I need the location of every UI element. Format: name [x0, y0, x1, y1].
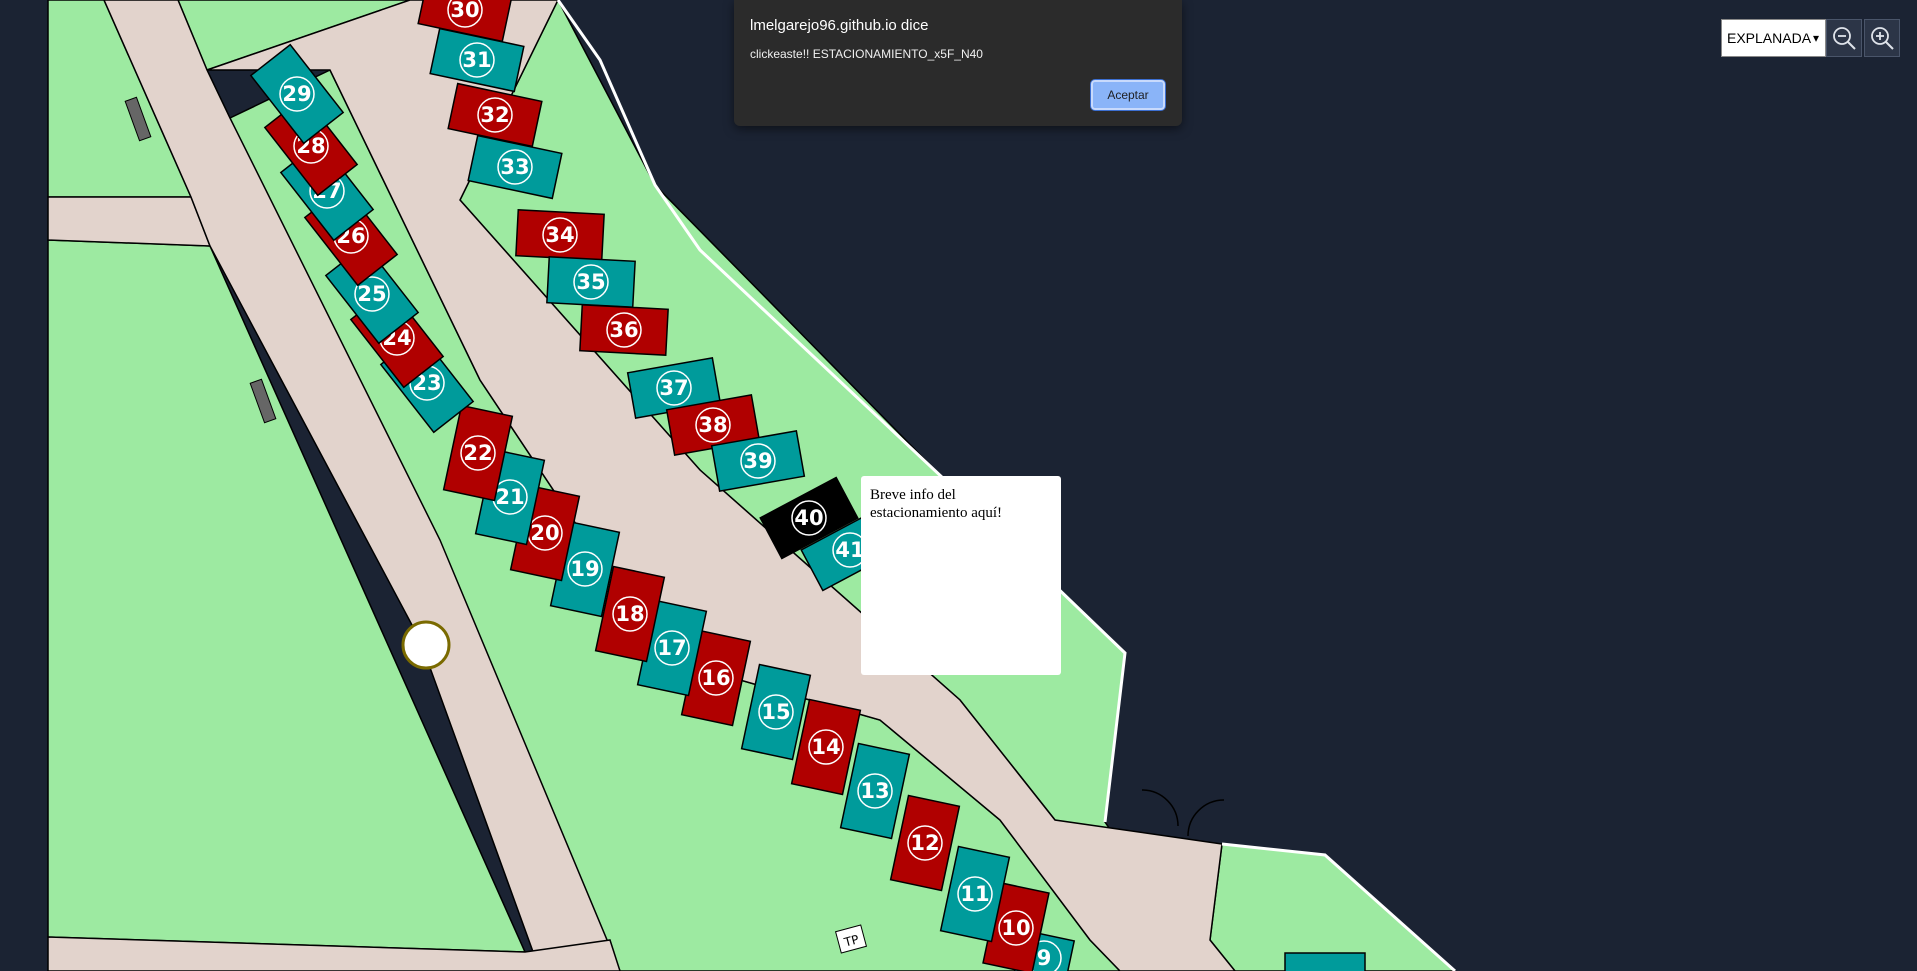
stall-number: 36 [609, 318, 638, 342]
zoom-out-button[interactable] [1826, 19, 1862, 57]
stall-number: 31 [462, 48, 491, 72]
stall-number: 11 [960, 882, 989, 906]
parking-stall-34[interactable]: 34 [515, 208, 605, 262]
dialog-message: clickeaste!! ESTACIONAMIENTO_x5F_N40 [750, 47, 983, 61]
parking-stall[interactable] [1284, 952, 1366, 971]
stall-number: 20 [530, 521, 559, 545]
stall-number: 10 [1001, 916, 1030, 940]
stall-number: 19 [570, 557, 599, 581]
stall-number: 39 [743, 449, 772, 473]
stall-number: 33 [500, 155, 529, 179]
stall-number: 32 [480, 103, 509, 127]
chevron-down-icon: ▾ [1812, 31, 1819, 45]
stall-number: 14 [811, 735, 840, 759]
stall-number: 34 [545, 223, 574, 247]
fountain [401, 620, 451, 670]
stall-number: 29 [282, 82, 311, 106]
stall-number: 18 [615, 602, 644, 626]
stall-number: 21 [495, 485, 524, 509]
gate-doors [1141, 789, 1225, 837]
path-top-connector [47, 196, 212, 247]
stall-number: 12 [910, 831, 939, 855]
stall-number: 16 [701, 666, 730, 690]
zone-select[interactable]: EXPLANADA ▾ [1721, 19, 1826, 57]
stall-number: 17 [657, 636, 686, 660]
zoom-out-icon [1833, 27, 1856, 50]
stall-number: 15 [761, 700, 790, 724]
zone-select-value: EXPLANADA [1727, 30, 1812, 46]
stall-number: 38 [698, 413, 727, 437]
stall-number: 22 [463, 441, 492, 465]
alert-dialog: lmelgarejo96.github.io dice clickeaste!!… [734, 0, 1182, 126]
accept-button[interactable]: Aceptar [1091, 80, 1165, 110]
stall-number: 25 [357, 282, 386, 306]
stall-number: 30 [450, 0, 479, 22]
stall-info-popup: Breve info del estacionamiento aquí! [861, 476, 1061, 675]
parking-stall-36[interactable]: 36 [579, 303, 669, 357]
stall-number: 40 [794, 506, 823, 530]
zoom-in-icon [1871, 27, 1894, 50]
dialog-title: lmelgarejo96.github.io dice [750, 17, 929, 34]
zoom-in-button[interactable] [1864, 19, 1900, 57]
stall-number: 13 [860, 779, 889, 803]
parking-stall-35[interactable]: 35 [546, 255, 636, 309]
stall-number: 37 [659, 376, 688, 400]
stall-number: 35 [576, 270, 605, 294]
stall-number: 9 [1037, 946, 1052, 970]
stall-info-text: Breve info del estacionamiento aquí! [870, 487, 1003, 521]
